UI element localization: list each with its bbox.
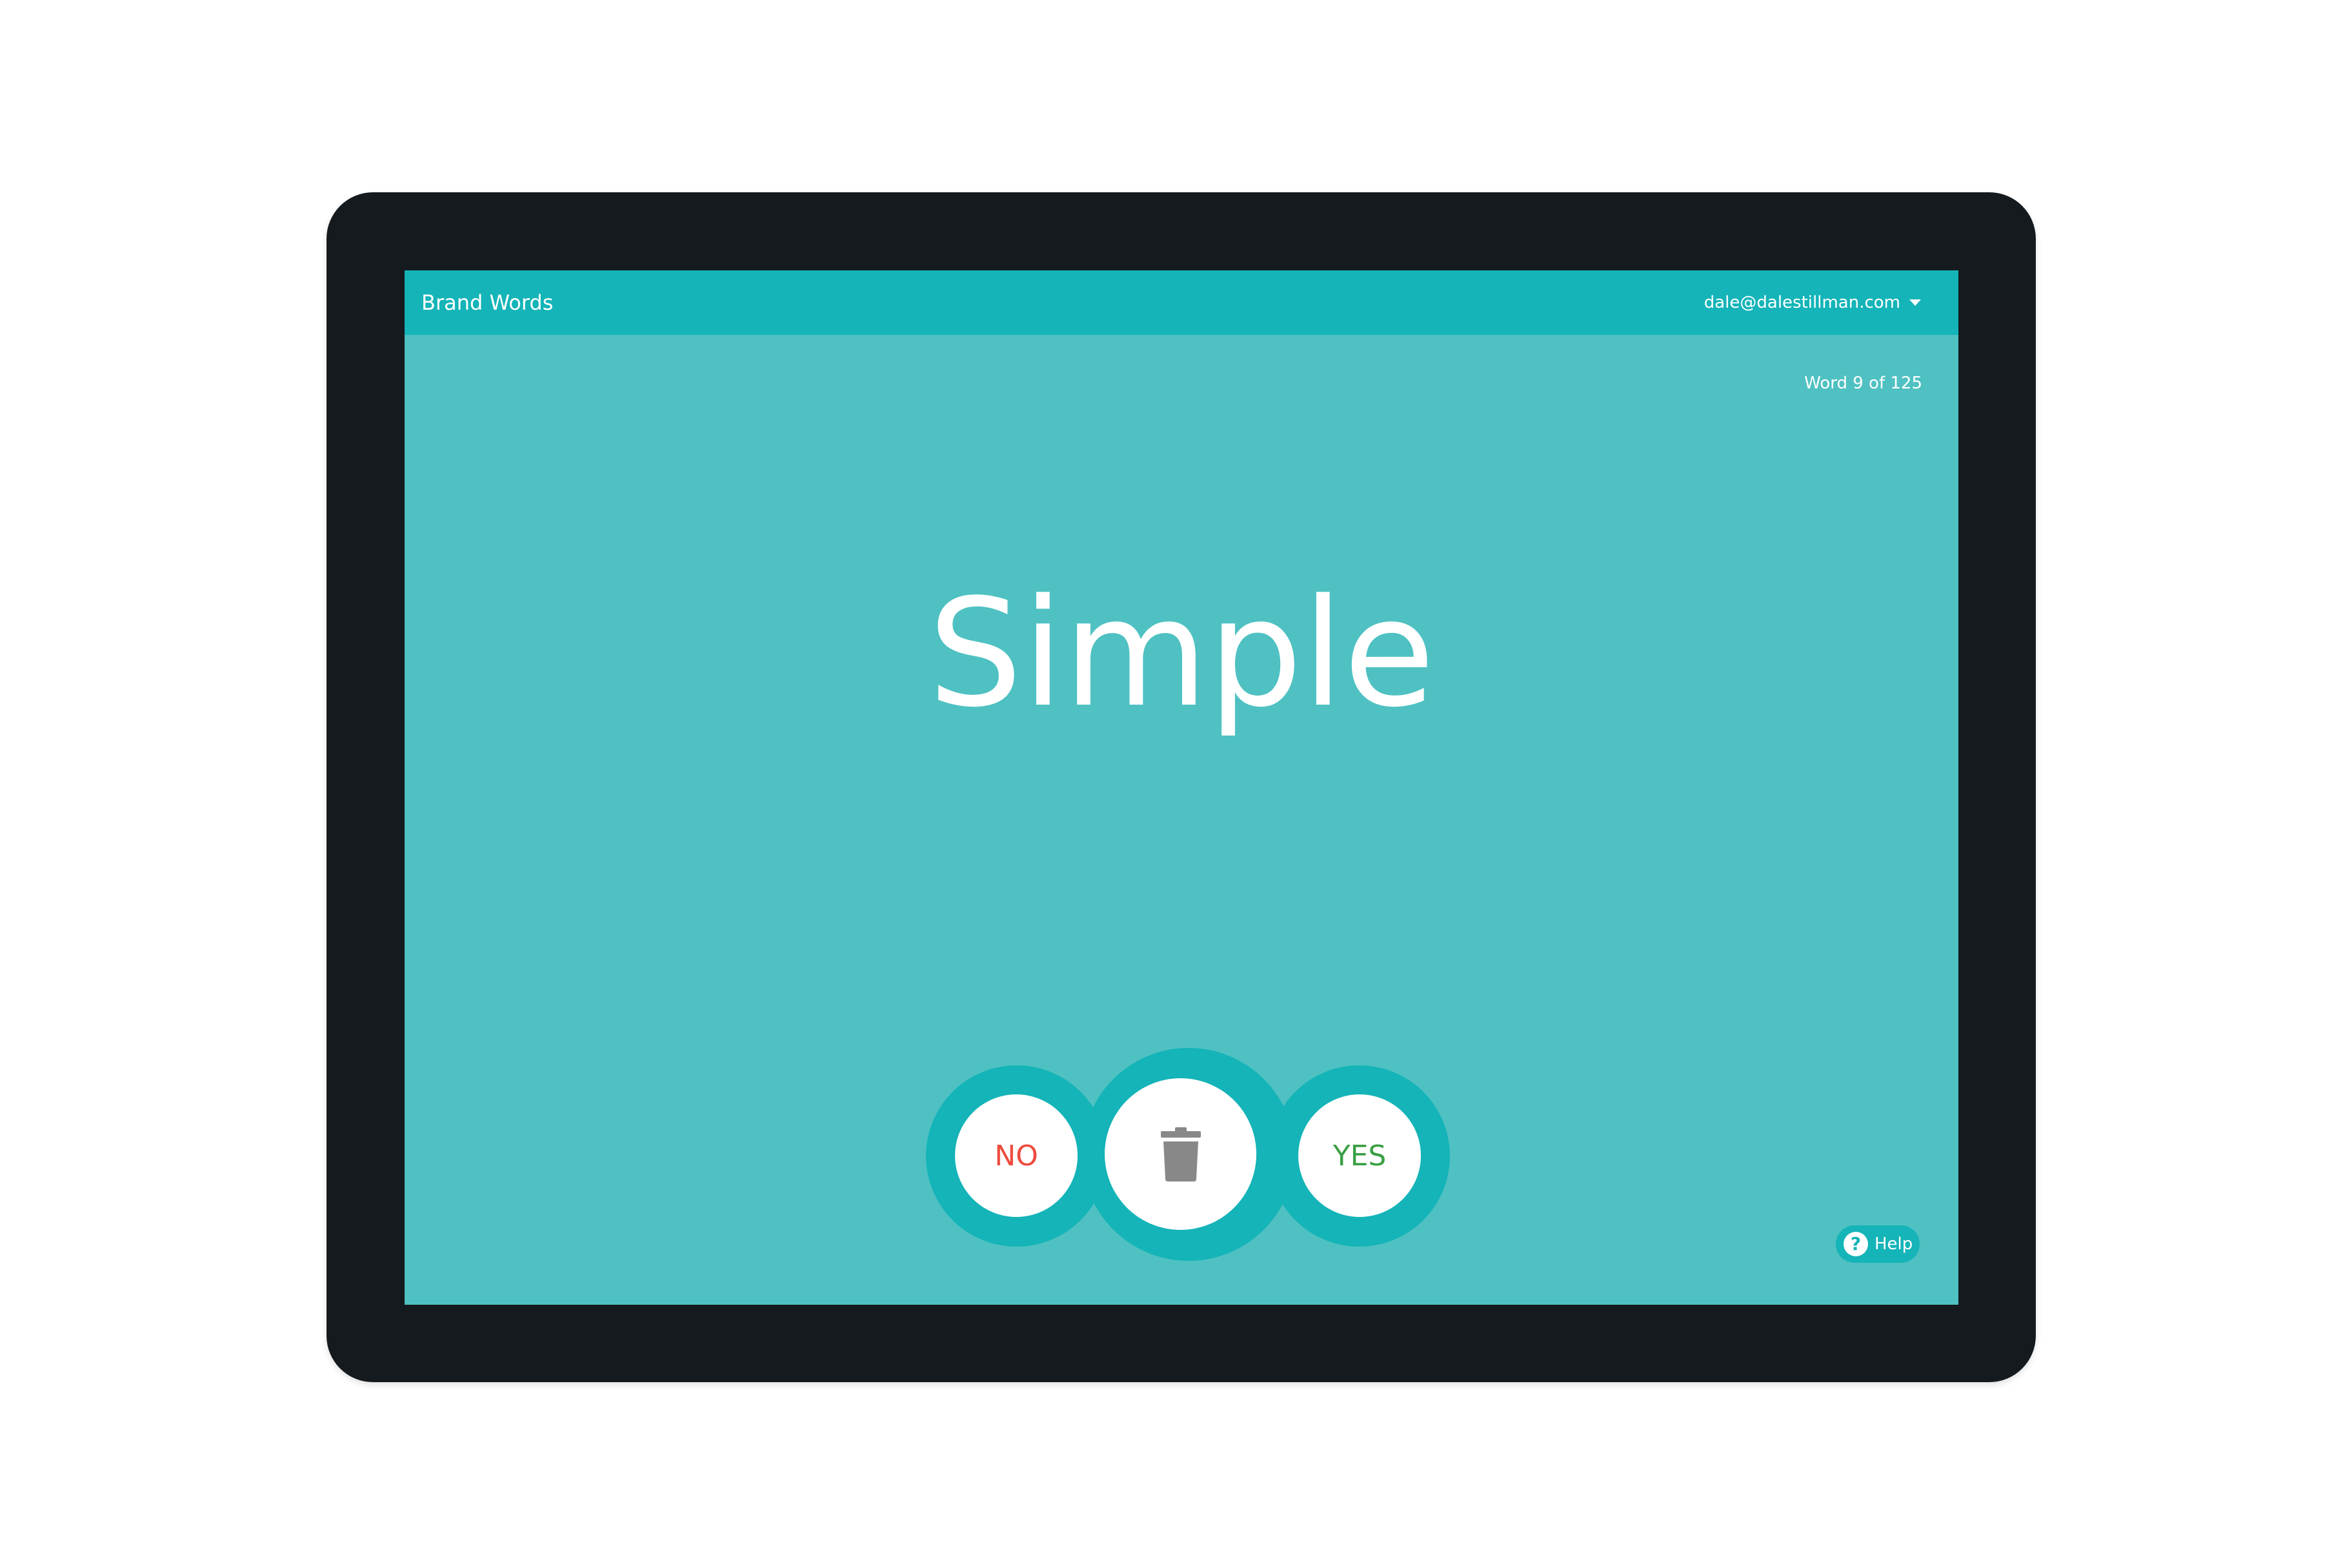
current-word: Simple [928,568,1435,740]
help-label: Help [1875,1234,1913,1254]
delete-button[interactable] [1105,1078,1256,1230]
account-email: dale@dalestillman.com [1704,293,1900,312]
help-button[interactable]: ? Help [1836,1225,1920,1263]
account-menu[interactable]: dale@dalestillman.com [1704,270,1921,335]
trash-icon [1160,1127,1201,1181]
top-bar: Brand Words dale@dalestillman.com [405,270,1958,335]
yes-button[interactable]: YES [1298,1094,1421,1217]
no-button-label: NO [994,1139,1038,1172]
caret-down-icon [1909,299,1921,306]
app-title: Brand Words [421,290,554,315]
yes-button-label: YES [1332,1139,1387,1172]
word-counter: Word 9 of 125 [1804,374,1922,393]
no-button[interactable]: NO [955,1094,1078,1217]
app-screen: Brand Words dale@dalestillman.com Word 9… [405,270,1958,1305]
question-icon: ? [1844,1232,1868,1256]
